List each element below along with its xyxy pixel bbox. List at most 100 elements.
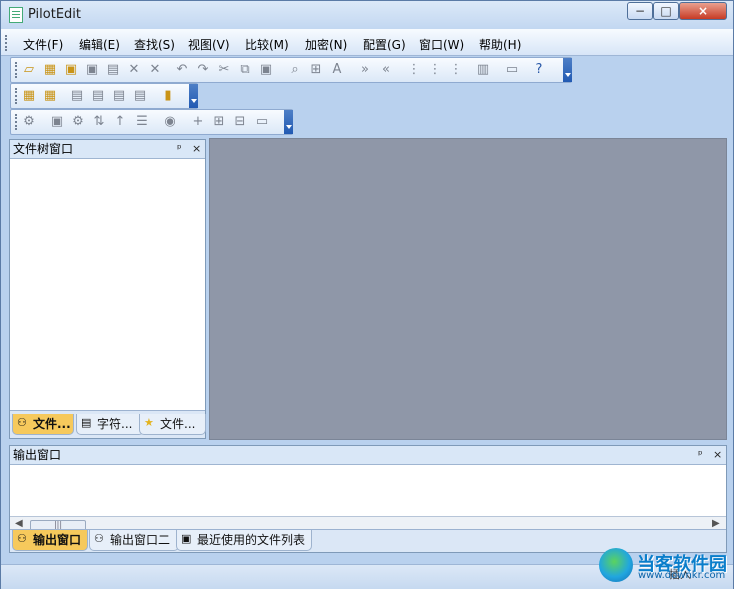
toolbar-grip-2[interactable]	[15, 88, 19, 104]
close-all-icon[interactable]: ✕	[147, 62, 163, 78]
replace-icon[interactable]: ⊞	[308, 62, 324, 78]
binary-icon[interactable]: ▥	[475, 62, 491, 78]
tab-output-window[interactable]: ⚇ 输出窗口	[12, 530, 88, 551]
lock-icon[interactable]: ◉	[162, 114, 178, 130]
column-icon[interactable]: ⋮	[406, 62, 422, 78]
menu-grip[interactable]	[5, 35, 9, 51]
toolbar-overflow-icon-3[interactable]	[284, 110, 293, 134]
scroll-right-icon[interactable]: ▶	[712, 518, 720, 529]
file-tree-title: 文件树窗口	[13, 142, 74, 156]
watermark: 当客软件园 www.downkr.com	[599, 546, 734, 586]
outdent-icon[interactable]: «	[378, 62, 394, 78]
menu-search[interactable]: 查找(S)	[134, 36, 175, 53]
save-a-icon[interactable]: ▤	[69, 88, 85, 104]
characters-tab-icon: ▤	[81, 416, 92, 429]
undo-icon[interactable]: ↶	[174, 62, 190, 78]
up-icon[interactable]: ↑	[112, 114, 128, 130]
file-tree-tab-icon: ⚇	[17, 416, 27, 429]
sort-icon[interactable]: ⇅	[91, 114, 107, 130]
file-tree-tabs: ⚇ 文件... ▤ 字符... ★ 文件...	[10, 410, 206, 438]
case-icon[interactable]: A	[329, 62, 345, 78]
star-icon: ★	[144, 416, 154, 429]
menu-bar: 文件(F) 编辑(E) 查找(S) 视图(V) 比较(M) 加密(N) 配置(G…	[1, 29, 733, 56]
tab-output-window-2[interactable]: ⚇ 输出窗口二	[89, 530, 179, 551]
menu-help[interactable]: 帮助(H)	[479, 36, 521, 53]
pin-icon[interactable]: ᵖ	[177, 140, 182, 158]
menu-window[interactable]: 窗口(W)	[419, 36, 464, 53]
minus-icon[interactable]: ⊟	[232, 114, 248, 130]
main-window: PilotEdit − □ × 文件(F) 编辑(E) 查找(S) 视图(V) …	[0, 0, 734, 589]
redo-icon[interactable]: ↷	[195, 62, 211, 78]
tab-recent-files[interactable]: ▣ 最近使用的文件列表	[176, 530, 312, 551]
scroll-icon[interactable]: ▭	[254, 114, 270, 130]
copy-icon[interactable]: ⧉	[237, 62, 253, 78]
menu-config[interactable]: 配置(G)	[363, 36, 406, 53]
format-icon[interactable]: ⚙	[70, 114, 86, 130]
close-window-button[interactable]: ×	[679, 2, 727, 20]
save-b-icon[interactable]: ▤	[90, 88, 106, 104]
cut-icon[interactable]: ✂	[216, 62, 232, 78]
indent-icon[interactable]: »	[357, 62, 373, 78]
close-file-icon[interactable]: ✕	[126, 62, 142, 78]
output-title-bar: 输出窗口 ᵖ ×	[10, 446, 726, 465]
paste-icon[interactable]: ▣	[258, 62, 274, 78]
menu-compare[interactable]: 比较(M)	[245, 36, 289, 53]
hex-icon[interactable]: ▭	[504, 62, 520, 78]
secondary-toolbar: ▦ ▦ ▤ ▤ ▤ ▤ ▮	[10, 83, 198, 109]
minimize-button[interactable]: −	[627, 2, 653, 20]
main-toolbar: ▱ ▦ ▣ ▣ ▤ ✕ ✕ ↶ ↷ ✂ ⧉ ▣ ⌕ ⊞ A » « ⋮ ⋮ ⋮ …	[10, 57, 572, 83]
save-d-icon[interactable]: ▤	[132, 88, 148, 104]
file-tree-title-bar: 文件树窗口 ᵖ ×	[10, 140, 205, 159]
column-icon-2[interactable]: ⋮	[427, 62, 443, 78]
output-tab-icon: ⚇	[17, 532, 27, 545]
toolbar-overflow-icon[interactable]	[563, 58, 572, 82]
output-tab-2-icon: ⚇	[94, 532, 104, 545]
toolbar-grip[interactable]	[15, 62, 19, 78]
find-icon[interactable]: ⌕	[287, 62, 303, 78]
menu-encrypt[interactable]: 加密(N)	[305, 36, 347, 53]
tab-favorite-files[interactable]: ★ 文件...	[139, 414, 206, 435]
save-all-icon[interactable]: ▣	[63, 62, 79, 78]
menu-file[interactable]: 文件(F)	[23, 36, 63, 53]
encrypt-icon[interactable]: ▮	[160, 88, 176, 104]
menu-edit[interactable]: 编辑(E)	[79, 36, 120, 53]
tab-label: 文件...	[33, 417, 71, 431]
save-icon[interactable]: ▣	[84, 62, 100, 78]
open-folder-icon[interactable]: ▦	[21, 88, 37, 104]
app-icon	[9, 7, 23, 23]
title-bar[interactable]: PilotEdit − □ ×	[1, 1, 733, 29]
output-panel: 输出窗口 ᵖ × ◀ ||| ▶ ⚇ 输出窗口 ⚇ 输出窗口二 ▣ 最近使用的文件列表	[9, 445, 727, 553]
toolbar-overflow-icon-2[interactable]	[189, 84, 198, 108]
recent-files-icon: ▣	[181, 532, 192, 545]
tab-label: 文件...	[160, 417, 196, 431]
open-file-icon[interactable]: ▦	[42, 62, 58, 78]
toolbar-grip-3[interactable]	[15, 114, 19, 130]
help-icon[interactable]: ?	[531, 62, 547, 78]
scroll-left-icon[interactable]: ◀	[15, 518, 23, 529]
save-c-icon[interactable]: ▤	[111, 88, 127, 104]
tab-file-tree[interactable]: ⚇ 文件...	[12, 414, 74, 435]
macro-icon[interactable]: ⚙	[21, 114, 37, 130]
maximize-button[interactable]: □	[653, 2, 679, 20]
add-icon[interactable]: ⊞	[211, 114, 227, 130]
watermark-logo-icon	[599, 548, 633, 582]
file-list-icon[interactable]: ☰	[134, 114, 150, 130]
new-file-icon[interactable]: ▱	[21, 62, 37, 78]
settings-icon[interactable]: ▣	[49, 114, 65, 130]
file-tree-panel: 文件树窗口 ᵖ × ⚇ 文件... ▤ 字符... ★ 文件...	[9, 139, 206, 439]
tertiary-toolbar: ⚙ ▣ ⚙ ⇅ ↑ ☰ ◉ + ⊞ ⊟ ▭	[10, 109, 293, 135]
output-pin-icon[interactable]: ᵖ	[698, 446, 703, 464]
window-title: PilotEdit	[28, 7, 82, 22]
close-panel-icon[interactable]: ×	[192, 140, 201, 158]
column-icon-3[interactable]: ⋮	[448, 62, 464, 78]
plus-icon[interactable]: +	[190, 114, 206, 130]
output-title: 输出窗口	[13, 448, 62, 462]
editor-area[interactable]	[209, 138, 727, 440]
tab-label: 输出窗口二	[110, 533, 171, 547]
menu-view[interactable]: 视图(V)	[188, 36, 230, 53]
folder-up-icon[interactable]: ▦	[42, 88, 58, 104]
tab-characters[interactable]: ▤ 字符...	[76, 414, 144, 435]
tab-label: 输出窗口	[33, 533, 82, 547]
output-close-icon[interactable]: ×	[713, 446, 722, 464]
save-as-icon[interactable]: ▤	[105, 62, 121, 78]
